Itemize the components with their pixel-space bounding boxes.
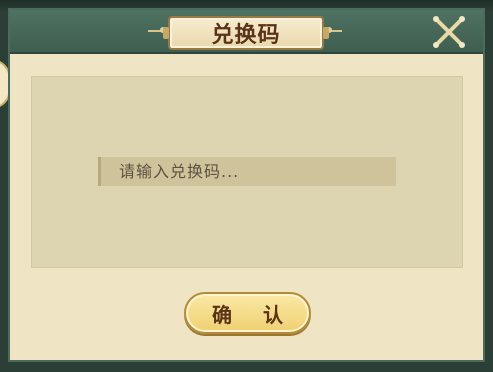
close-button[interactable] [430,14,468,50]
redeem-code-input[interactable] [98,157,396,186]
dialog-title: 兑换码 [211,22,281,48]
confirm-button-label: 确 认 [212,302,295,327]
confirm-button[interactable]: 确 认 [184,292,311,334]
title-plate: 兑换码 [163,16,329,50]
redeem-code-dialog: 兑换码 确 认 [8,8,485,362]
close-x-icon [433,16,465,48]
dialog-header: 兑换码 [10,10,483,54]
